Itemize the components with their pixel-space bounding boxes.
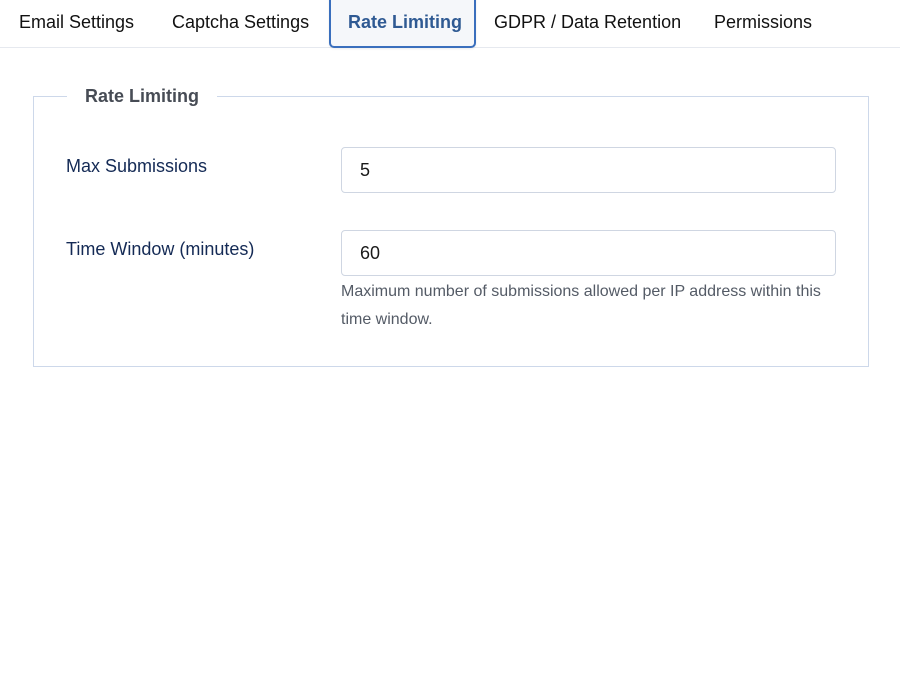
fieldset-legend: Rate Limiting <box>67 85 218 107</box>
tab-email-settings[interactable]: Email Settings <box>19 0 134 48</box>
settings-tab-bar: Email Settings Captcha Settings Rate Lim… <box>0 0 900 48</box>
max-submissions-label: Max Submissions <box>66 156 208 176</box>
max-submissions-input[interactable] <box>341 147 836 193</box>
time-window-help-text: Maximum number of submissions allowed pe… <box>341 283 821 328</box>
time-window-input[interactable] <box>341 230 836 276</box>
tab-captcha-settings[interactable]: Captcha Settings <box>172 0 309 48</box>
time-window-label: Time Window (minutes) <box>66 239 255 259</box>
tab-gdpr-data-retention[interactable]: GDPR / Data Retention <box>494 0 681 48</box>
rate-limiting-fieldset: Rate Limiting Max Submissions Time Windo… <box>33 85 869 367</box>
tab-permissions[interactable]: Permissions <box>714 0 812 48</box>
tab-rate-limiting[interactable]: Rate Limiting <box>329 0 476 48</box>
